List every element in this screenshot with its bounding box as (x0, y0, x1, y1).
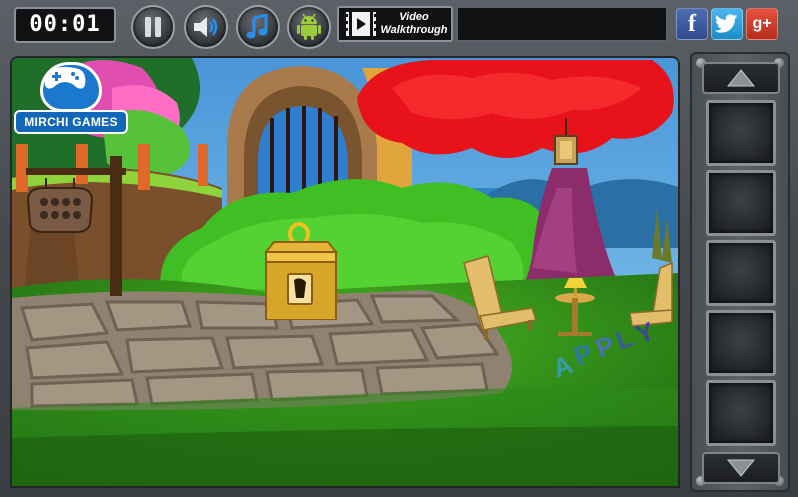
inventory-slot-5[interactable] (706, 380, 776, 446)
pause-icon (145, 17, 161, 37)
google-plus-button[interactable]: g+ (746, 8, 778, 40)
twitter-button[interactable] (711, 8, 743, 40)
ad-banner-slot (456, 6, 668, 42)
inventory-scroll-down-button[interactable] (702, 452, 780, 484)
timer-display: 00:01 (14, 7, 116, 43)
gamepad-icon (40, 62, 102, 112)
facebook-button[interactable]: f (676, 8, 708, 40)
video-walkthrough-label: Video Walkthrough (377, 11, 451, 37)
music-button[interactable] (236, 5, 280, 49)
pause-button[interactable] (131, 5, 175, 49)
hanging-puzzle-board[interactable] (24, 178, 96, 234)
video-walkthrough-button[interactable]: Video Walkthrough (337, 6, 453, 42)
locked-chest[interactable] (262, 220, 340, 320)
video-label-line1: Video (399, 11, 429, 23)
video-label-line2: Walkthrough (380, 24, 448, 36)
mirchi-games-logo[interactable]: MIRCHI GAMES (14, 62, 134, 140)
film-icon (346, 12, 376, 36)
top-toolbar: 00:01 Video Walkthrough f g+ (0, 0, 798, 52)
android-icon (297, 13, 321, 40)
inventory-scroll-up-button[interactable] (702, 62, 780, 94)
android-app-button[interactable] (287, 5, 331, 49)
inventory-slot-2[interactable] (706, 170, 776, 236)
hanging-lantern[interactable] (552, 118, 580, 168)
arrow-up-icon (726, 69, 756, 87)
facebook-icon: f (688, 10, 696, 37)
inventory-panel (690, 52, 790, 492)
arrow-down-icon (726, 459, 756, 477)
inventory-slot-4[interactable] (706, 310, 776, 376)
inventory-slot-3[interactable] (706, 240, 776, 306)
inventory-slot-1[interactable] (706, 100, 776, 166)
speaker-icon (194, 17, 218, 37)
google-plus-icon: g+ (752, 15, 772, 32)
music-note-icon (246, 14, 268, 39)
logo-text: MIRCHI GAMES (14, 110, 128, 134)
sound-button[interactable] (184, 5, 228, 49)
twitter-bird-icon (715, 14, 738, 33)
game-scene[interactable]: A P P L Y MIRCHI GAMES (10, 56, 680, 488)
